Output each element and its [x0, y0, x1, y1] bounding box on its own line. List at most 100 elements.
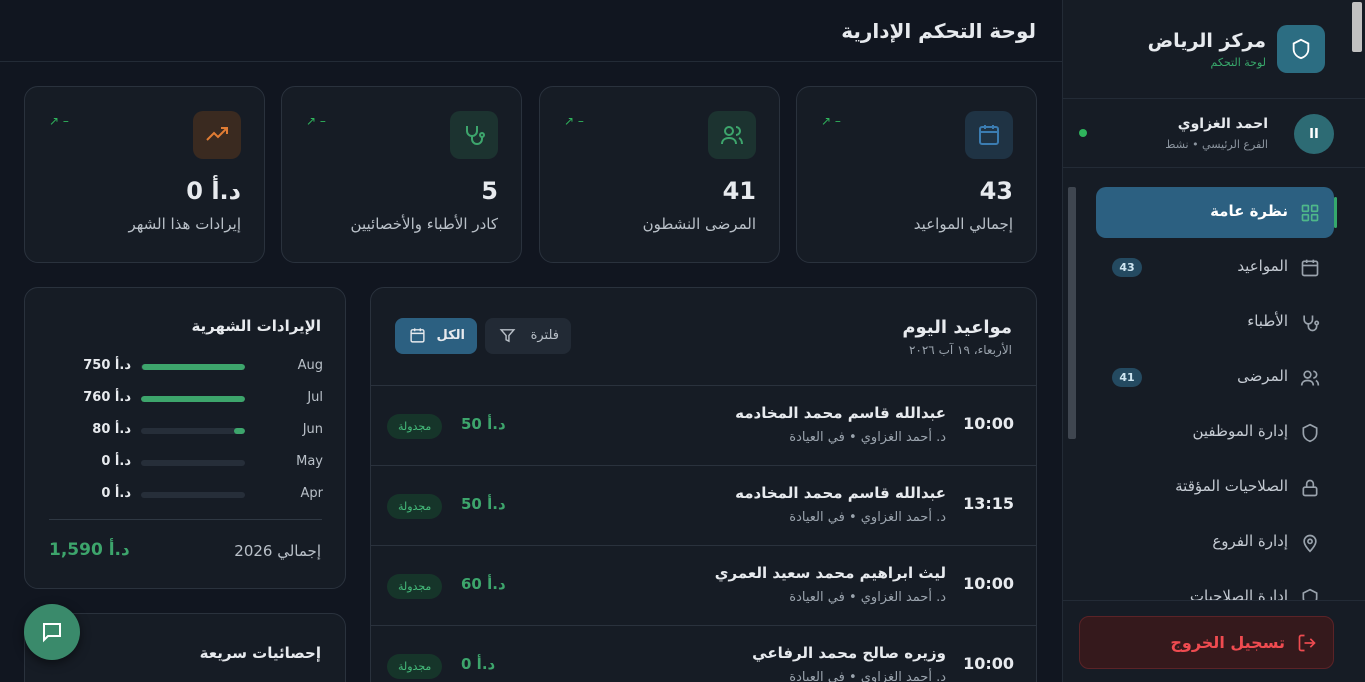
user-name: احمد الغزاوي: [1177, 116, 1268, 132]
patient-name: عبدالله قاسم محمد المخادمه: [735, 404, 946, 422]
revenue-month: Jun: [302, 422, 323, 437]
stat-label: المرضى النشطون: [642, 215, 756, 233]
revenue-row: May 0 د.أ: [25, 452, 347, 472]
revenue-month: Apr: [300, 486, 324, 501]
filter-button-label: فلترة: [530, 328, 559, 343]
calendar-icon: [410, 328, 425, 343]
avatar[interactable]: II: [1294, 114, 1334, 154]
revenue-bar-track: [141, 364, 245, 370]
today-appointments-panel: مواعيد اليوم الأربعاء، ١٩ آب ٢٠٢٦ الكل ف…: [370, 287, 1037, 682]
shield-icon: [1277, 25, 1325, 73]
appointments-date: الأربعاء، ١٩ آب ٢٠٢٦: [908, 343, 1012, 357]
stat-label: كادر الأطباء والأخصائيين: [350, 215, 498, 233]
all-button-label: الكل: [436, 328, 465, 343]
revenue-row: Aug 750 د.أ: [25, 356, 347, 376]
sidebar-item-label: إدارة الفروع: [1212, 532, 1288, 550]
sidebar-item-label: الصلاحيات المؤقتة: [1175, 477, 1288, 495]
trend-indicator: ↗ –: [49, 114, 69, 128]
sidebar: مركز الرياض لوحة التحكم II احمد الغزاوي …: [1062, 0, 1365, 682]
revenue-amount: 0 د.أ: [101, 486, 131, 501]
count-badge: 41: [1112, 368, 1142, 387]
revenue-bar: [142, 364, 245, 370]
sidebar-item-label: نظرة عامة: [1210, 202, 1288, 220]
sidebar-item-label: المواعيد: [1237, 257, 1288, 275]
revenue-total-label: إجمالي 2026: [234, 542, 321, 560]
revenue-amount: 0 د.أ: [101, 454, 131, 469]
revenue-amount: 760 د.أ: [83, 390, 131, 405]
trend-indicator: ↗ –: [306, 114, 326, 128]
revenue-bar-track: [141, 396, 245, 402]
revenue-amount: 750 د.أ: [83, 358, 131, 373]
count-badge: 43: [1112, 258, 1142, 277]
revenue-bar: [234, 428, 245, 434]
appointment-fee: 50 د.أ: [461, 415, 506, 433]
sidebar-item-label: الأطباء: [1247, 312, 1288, 330]
sidebar-item-overview[interactable]: نظرة عامة: [1096, 187, 1337, 238]
appointment-row[interactable]: 10:00 ليث ابراهيم محمد سعيد العمري د. أح…: [371, 545, 1036, 626]
chat-button[interactable]: [24, 604, 80, 660]
calendar-icon: [1301, 259, 1319, 277]
sidebar-item-temp-permissions[interactable]: الصلاحيات المؤقتة: [1096, 462, 1334, 513]
stat-label: إجمالي المواعيد: [913, 215, 1013, 233]
appointment-row[interactable]: 10:00 عبدالله قاسم محمد المخادمه د. أحمد…: [371, 385, 1036, 466]
doctor-location: د. أحمد الغزاوي • في العيادة: [789, 590, 946, 605]
brand-title: مركز الرياض: [1147, 30, 1266, 52]
doctor-location: د. أحمد الغزاوي • في العيادة: [789, 670, 946, 682]
sidebar-item-label: المرضى: [1237, 367, 1288, 385]
doctor-location: د. أحمد الغزاوي • في العيادة: [789, 430, 946, 445]
sidebar-item-label: إدارة الموظفين: [1192, 422, 1288, 440]
logout-label: تسجيل الخروج: [1170, 633, 1285, 652]
revenue-bar-track: [141, 492, 245, 498]
sidebar-item-doctors[interactable]: الأطباء: [1096, 297, 1334, 348]
sidebar-item-patients[interactable]: المرضى 41: [1096, 352, 1334, 403]
stat-value: 43: [979, 177, 1013, 205]
logout-button[interactable]: تسجيل الخروج: [1079, 616, 1334, 669]
filter-icon: [499, 329, 516, 343]
patient-name: وزيره صالح محمد الرفاعي: [752, 644, 946, 662]
appointment-time: 13:15: [963, 494, 1014, 513]
trend-indicator: ↗ –: [821, 114, 841, 128]
revenue-month: Jul: [307, 390, 323, 405]
appointment-row[interactable]: 13:15 عبدالله قاسم محمد المخادمه د. أحمد…: [371, 465, 1036, 546]
appointment-row[interactable]: 10:00 وزيره صالح محمد الرفاعي د. أحمد ال…: [371, 625, 1036, 682]
stat-card-revenue[interactable]: ↗ – 0 د.أ إيرادات هذا الشهر: [24, 86, 265, 263]
stat-card-patients[interactable]: ↗ – 41 المرضى النشطون: [539, 86, 780, 263]
revenue-bar-track: [141, 428, 245, 434]
stat-card-appointments[interactable]: ↗ – 43 إجمالي المواعيد: [796, 86, 1037, 263]
doctor-location: د. أحمد الغزاوي • في العيادة: [789, 510, 946, 525]
stat-card-doctors[interactable]: ↗ – 5 كادر الأطباء والأخصائيين: [281, 86, 522, 263]
filter-button[interactable]: فلترة: [485, 318, 571, 354]
appointment-fee: 60 د.أ: [461, 575, 506, 593]
status-badge: مجدولة: [387, 414, 443, 439]
sidebar-item-staff[interactable]: إدارة الموظفين: [1096, 407, 1334, 458]
revenue-total-value: 1,590 د.أ: [49, 540, 130, 560]
chat-icon: [43, 623, 61, 643]
appointments-title: مواعيد اليوم: [902, 317, 1012, 338]
logout-icon: [1298, 634, 1316, 652]
revenue-month: May: [296, 454, 323, 469]
page-scrollbar[interactable]: [1352, 2, 1362, 52]
top-header: لوحة التحكم الإدارية: [0, 0, 1062, 62]
trend-indicator: ↗ –: [564, 114, 584, 128]
sidebar-item-appointments[interactable]: المواعيد 43: [1096, 242, 1334, 293]
patient-name: ليث ابراهيم محمد سعيد العمري: [714, 564, 946, 582]
grid-icon: [1301, 204, 1319, 222]
stethoscope-icon: [450, 111, 498, 159]
appointment-fee: 0 د.أ: [461, 655, 496, 673]
status-badge: مجدولة: [387, 574, 443, 599]
all-button[interactable]: الكل: [395, 318, 477, 354]
stethoscope-icon: [1303, 315, 1320, 332]
divider: [1063, 167, 1365, 168]
revenue-row: Apr 0 د.أ: [25, 484, 347, 504]
stat-label: إيرادات هذا الشهر: [128, 215, 241, 233]
page-title: لوحة التحكم الإدارية: [841, 19, 1036, 43]
appointment-time: 10:00: [963, 654, 1014, 673]
revenue-month: Aug: [297, 358, 323, 373]
sidebar-scrollbar[interactable]: [1068, 187, 1076, 439]
status-badge: مجدولة: [387, 494, 443, 519]
monthly-revenue-panel: الإيرادات الشهرية Aug 750 د.أ Jul 760 د.…: [24, 287, 346, 589]
online-status-dot: [1079, 129, 1087, 137]
sidebar-item-branches[interactable]: إدارة الفروع: [1096, 517, 1334, 568]
status-badge: مجدولة: [387, 654, 443, 679]
revenue-row: Jun 80 د.أ: [25, 420, 347, 440]
